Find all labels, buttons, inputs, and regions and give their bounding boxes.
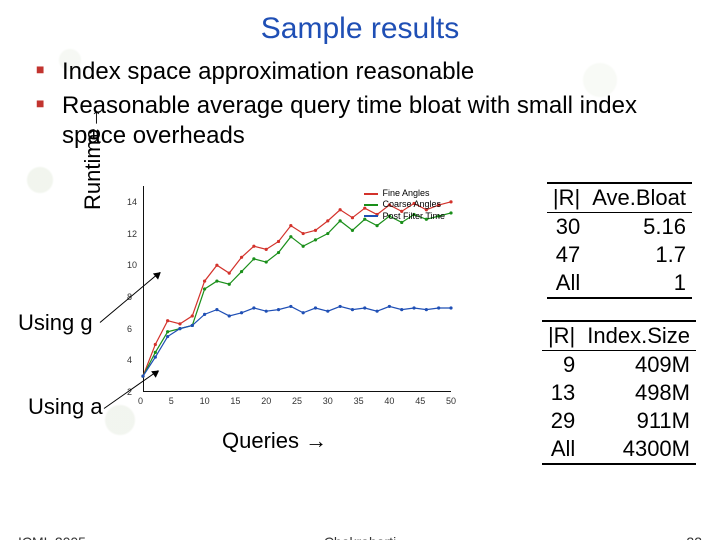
cell: 4300M: [581, 435, 696, 464]
cell: 911M: [581, 407, 696, 435]
cell: 498M: [581, 379, 696, 407]
legend-swatch: [364, 215, 378, 217]
cell: 13: [542, 379, 581, 407]
cell: 5.16: [586, 213, 692, 242]
x-axis-label: Queries →: [222, 428, 327, 454]
legend-label: Coarse Angles: [382, 199, 441, 210]
cell: All: [542, 435, 581, 464]
slide-title: Sample results: [0, 0, 720, 51]
pointer-label-a: Using a: [28, 394, 103, 420]
cell: 1: [586, 269, 692, 298]
col-header: Index.Size: [581, 321, 696, 351]
bullet-item: Index space approximation reasonable: [62, 57, 692, 87]
bullet-list: Index space approximation reasonable Rea…: [0, 57, 720, 151]
col-header: Ave.Bloat: [586, 183, 692, 213]
col-header: |R|: [542, 321, 581, 351]
bullet-item: Reasonable average query time bloat with…: [62, 91, 692, 151]
cell: 409M: [581, 351, 696, 380]
cell: 30: [547, 213, 586, 242]
footer-page: 22: [686, 534, 702, 540]
runtime-chart: Fine Angles Coarse Angles Post Filter Ti…: [115, 180, 455, 410]
chart-legend: Fine Angles Coarse Angles Post Filter Ti…: [364, 188, 445, 222]
footer-center: Chakrabarti: [0, 534, 720, 540]
legend-label: Post Filter Time: [382, 211, 445, 222]
index-size-table: |R|Index.Size 9409M 13498M 29911M All430…: [542, 320, 696, 465]
bloat-table: |R|Ave.Bloat 305.16 471.7 All1: [547, 182, 692, 299]
pointer-label-g: Using g: [18, 310, 93, 336]
cell: 9: [542, 351, 581, 380]
cell: All: [547, 269, 586, 298]
legend-label: Fine Angles: [382, 188, 429, 199]
col-header: |R|: [547, 183, 586, 213]
cell: 29: [542, 407, 581, 435]
y-axis-label: Runtime→: [80, 106, 106, 210]
legend-swatch: [364, 193, 378, 195]
cell: 1.7: [586, 241, 692, 269]
legend-swatch: [364, 204, 378, 206]
cell: 47: [547, 241, 586, 269]
